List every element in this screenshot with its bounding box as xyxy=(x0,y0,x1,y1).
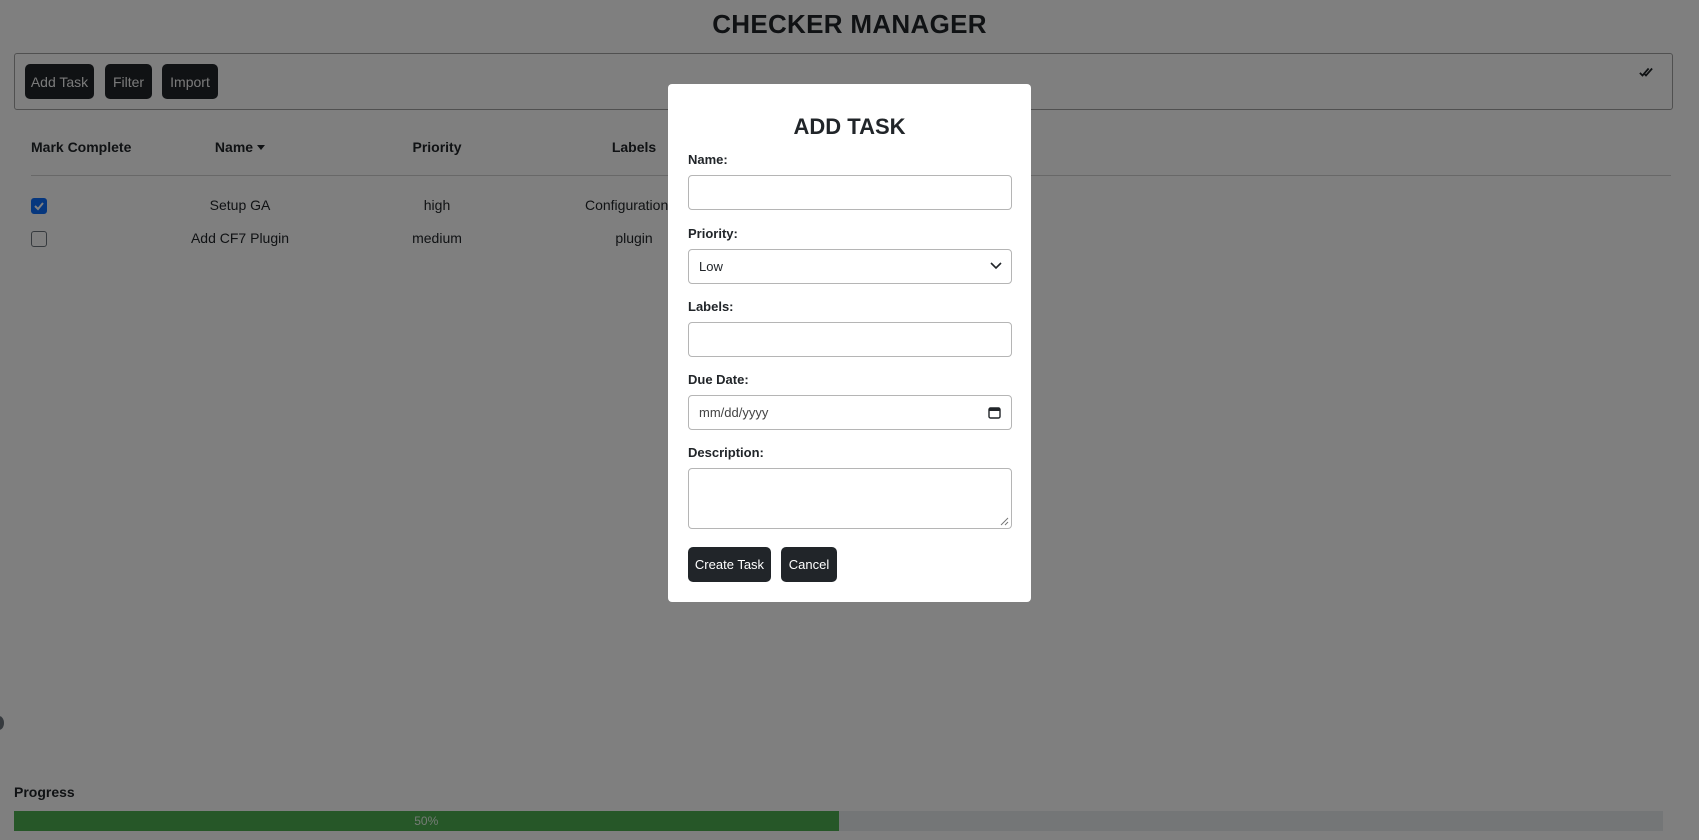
description-textarea[interactable] xyxy=(688,468,1012,529)
name-input[interactable] xyxy=(688,175,1012,210)
due-date-label: Due Date: xyxy=(688,372,749,387)
labels-input[interactable] xyxy=(688,322,1012,357)
due-date-input[interactable]: mm/dd/yyyy xyxy=(688,395,1012,430)
resize-grip-icon[interactable] xyxy=(1000,517,1009,526)
create-task-button[interactable]: Create Task xyxy=(688,547,771,582)
cancel-button[interactable]: Cancel xyxy=(781,547,837,582)
page: CHECKER MANAGER Add Task Filter Import M… xyxy=(0,0,1699,840)
description-label: Description: xyxy=(688,445,764,460)
priority-selected-value: Low xyxy=(699,259,723,274)
name-label: Name: xyxy=(688,152,728,167)
priority-select[interactable]: Low xyxy=(688,249,1012,284)
modal-title: ADD TASK xyxy=(793,114,906,139)
labels-label: Labels: xyxy=(688,299,734,314)
add-task-modal: ADD TASK Name: Priority: Low Labels: Due… xyxy=(668,84,1031,602)
chevron-down-icon xyxy=(990,262,1002,270)
priority-label: Priority: xyxy=(688,226,738,241)
due-date-placeholder: mm/dd/yyyy xyxy=(699,405,769,420)
calendar-icon[interactable] xyxy=(988,406,1001,419)
